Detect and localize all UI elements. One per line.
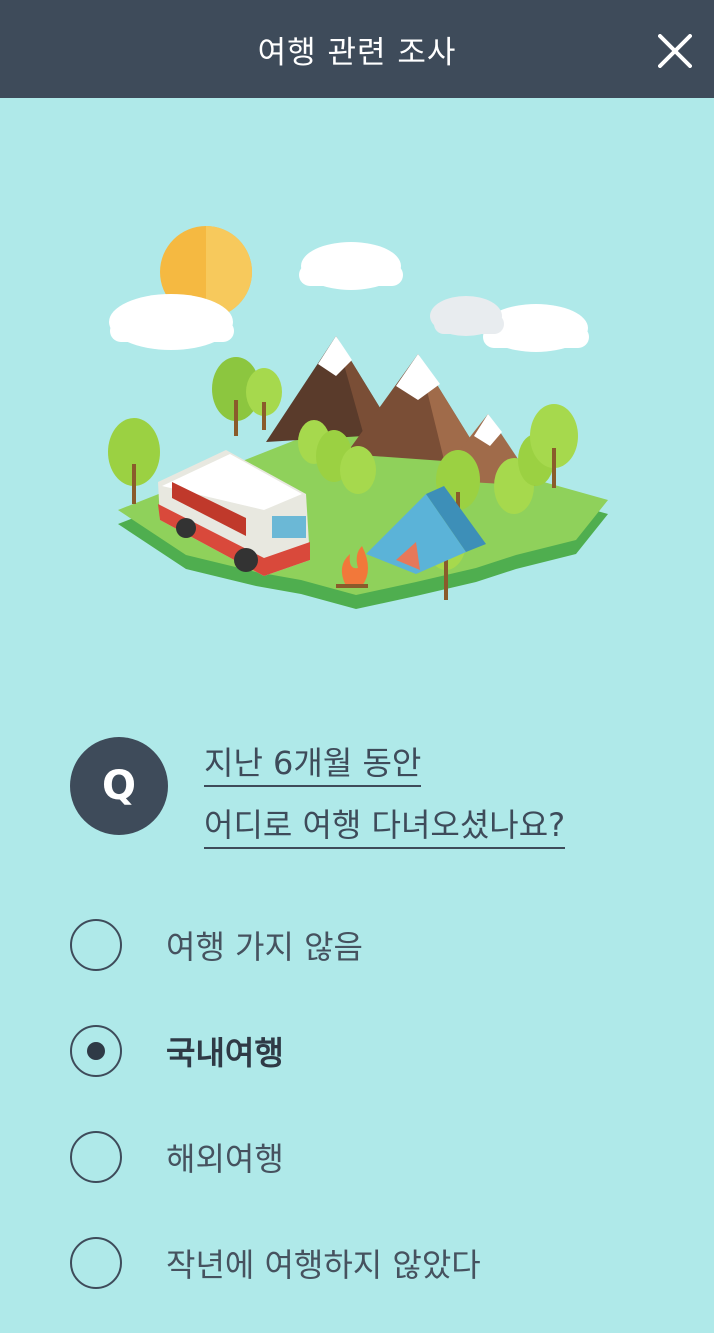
close-icon[interactable]: [658, 34, 692, 68]
question-line-2: 어디로 여행 다녀오셨나요?: [204, 803, 566, 849]
option-domestic-travel[interactable]: 국내여행: [70, 1021, 690, 1081]
radio-button-selected[interactable]: [70, 1025, 122, 1077]
option-no-travel-last-year[interactable]: 작년에 여행하지 않았다: [70, 1233, 690, 1293]
radio-button[interactable]: [70, 1131, 122, 1183]
option-label: 여행 가지 않음: [166, 928, 363, 966]
option-label: 국내여행: [166, 1034, 284, 1072]
option-label: 해외여행: [166, 1140, 284, 1178]
option-overseas-travel[interactable]: 해외여행: [70, 1127, 690, 1187]
question-text: 지난 6개월 동안 어디로 여행 다녀오셨나요?: [204, 735, 674, 859]
camping-illustration: [108, 226, 608, 609]
option-label: 작년에 여행하지 않았다: [166, 1246, 481, 1284]
radio-button[interactable]: [70, 919, 122, 971]
page-title: 여행 관련 조사: [257, 34, 457, 71]
question-block: Q 지난 6개월 동안 어디로 여행 다녀오셨나요?: [70, 735, 670, 855]
app-header: 여행 관련 조사: [0, 0, 714, 98]
question-badge: Q: [70, 737, 168, 835]
radio-dot-icon: [87, 1042, 105, 1060]
radio-button[interactable]: [70, 1237, 122, 1289]
question-line-1: 지난 6개월 동안: [204, 741, 422, 787]
option-no-travel[interactable]: 여행 가지 않음: [70, 915, 690, 975]
